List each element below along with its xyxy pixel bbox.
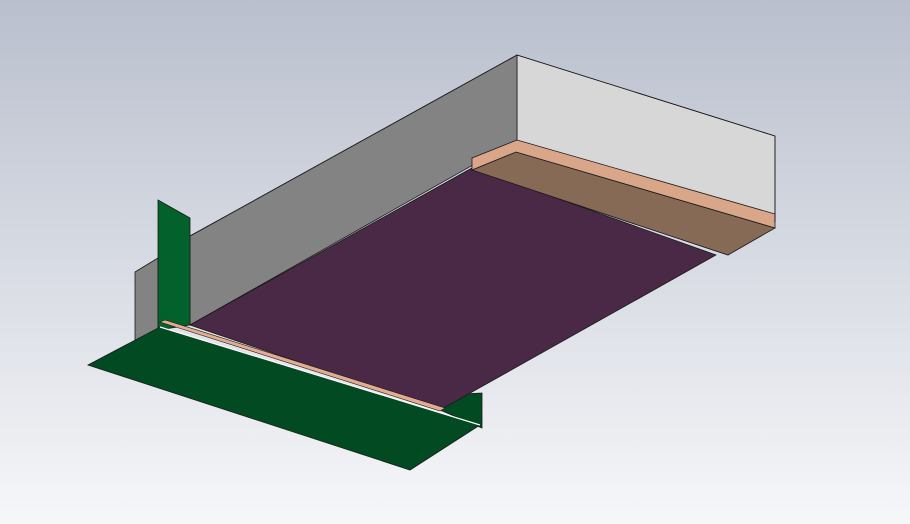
3d-viewport[interactable] bbox=[0, 0, 910, 524]
vertical-feed-plane[interactable] bbox=[157, 199, 191, 331]
model-canvas[interactable] bbox=[0, 0, 910, 524]
feed-back-face[interactable] bbox=[134, 257, 159, 343]
